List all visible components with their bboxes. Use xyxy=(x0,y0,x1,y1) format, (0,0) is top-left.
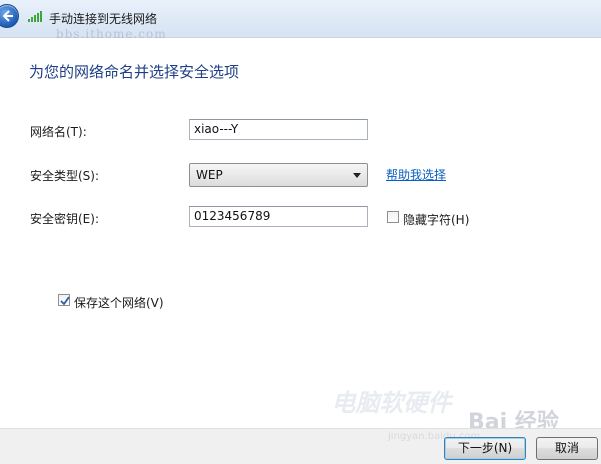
page-heading: 为您的网络命名并选择安全选项 xyxy=(29,63,240,81)
wireless-signal-icon xyxy=(28,11,42,22)
security-key-value: 0123456789 xyxy=(194,209,271,223)
security-key-label: 安全密钥(E): xyxy=(30,212,99,226)
help-me-choose-link[interactable]: 帮助我选择 xyxy=(386,166,446,183)
network-name-value: xiao---Y xyxy=(194,122,239,136)
security-type-label: 安全类型(S): xyxy=(30,169,100,183)
window-title: 手动连接到无线网络 xyxy=(49,12,158,26)
security-key-input[interactable]: 0123456789 xyxy=(189,206,368,227)
network-name-label: 网络名(T): xyxy=(30,125,87,139)
back-button[interactable] xyxy=(0,4,19,28)
next-button[interactable]: 下一步(N) xyxy=(444,437,526,460)
save-network-checkbox[interactable] xyxy=(58,294,70,306)
network-name-input[interactable]: xiao---Y xyxy=(189,119,368,140)
security-type-value: WEP xyxy=(196,168,223,182)
cancel-button[interactable]: 取消 xyxy=(536,437,598,460)
watermark-logo: 电脑软硬件 xyxy=(329,388,458,417)
button-bar: jingyan.baidu.com 下一步(N) 取消 xyxy=(0,428,601,464)
checkmark-icon xyxy=(60,296,70,306)
security-type-select[interactable]: WEP xyxy=(189,163,368,187)
wizard-window: 手动连接到无线网络 bbs.ithome.com 为您的网络命名并选择安全选项 … xyxy=(0,0,601,464)
watermark-url: bbs.ithome.com xyxy=(56,27,167,41)
hide-characters-checkbox[interactable] xyxy=(387,211,399,223)
chevron-down-icon xyxy=(353,173,361,178)
back-arrow-icon xyxy=(2,10,13,22)
hide-characters-label: 隐藏字符(H) xyxy=(403,213,470,227)
title-bar: 手动连接到无线网络 bbs.ithome.com xyxy=(0,0,601,41)
save-network-label: 保存这个网络(V) xyxy=(74,296,164,310)
